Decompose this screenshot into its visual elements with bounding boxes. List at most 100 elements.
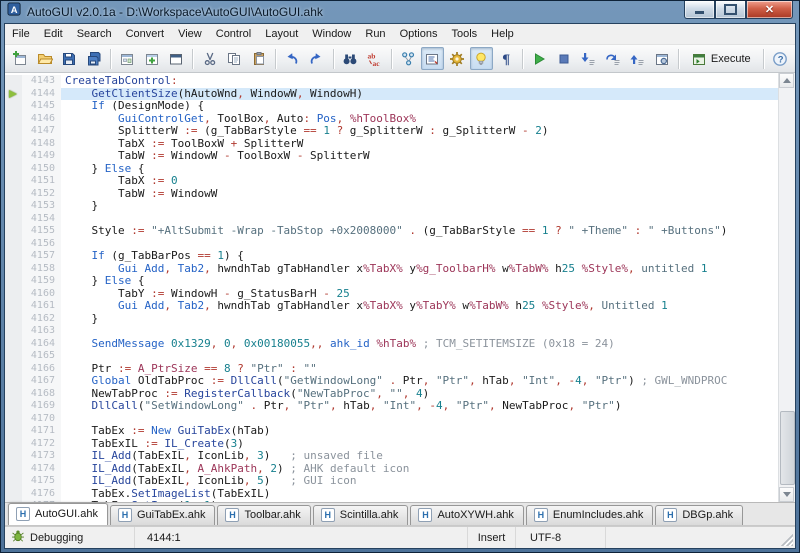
line-number[interactable]: 4153: [22, 200, 61, 213]
line-number[interactable]: 4149: [22, 150, 61, 163]
redo-icon[interactable]: [305, 47, 327, 70]
menu-options[interactable]: Options: [393, 25, 445, 43]
marker-margin[interactable]: [5, 250, 22, 263]
help-icon[interactable]: ?: [769, 47, 791, 70]
title-bar[interactable]: A AutoGUI v2.0.1a - D:\Workspace\AutoGUI…: [1, 1, 799, 23]
marker-margin[interactable]: [5, 113, 22, 126]
menu-tools[interactable]: Tools: [444, 25, 484, 43]
marker-margin[interactable]: [5, 325, 22, 338]
marker-margin[interactable]: [5, 488, 22, 501]
paste-icon[interactable]: [247, 47, 269, 70]
line-number[interactable]: 4167: [22, 375, 61, 388]
save-all-icon[interactable]: [82, 47, 104, 70]
code-line-4164[interactable]: 4164 SendMessage 0x1329, 0, 0x00180055,,…: [5, 338, 779, 351]
line-number[interactable]: 4156: [22, 238, 61, 251]
save-icon[interactable]: [58, 47, 80, 70]
marker-margin[interactable]: [5, 350, 22, 363]
doc-tab-autoxywh-ahk[interactable]: HAutoXYWH.ahk: [410, 505, 523, 525]
marker-margin[interactable]: [5, 388, 22, 401]
line-number[interactable]: 4172: [22, 438, 61, 451]
marker-margin[interactable]: [5, 213, 22, 226]
line-number[interactable]: 4145: [22, 100, 61, 113]
new-control-icon[interactable]: [140, 47, 162, 70]
find-icon[interactable]: [339, 47, 361, 70]
line-number[interactable]: 4155: [22, 225, 61, 238]
form-designer-icon[interactable]: [116, 47, 138, 70]
line-number[interactable]: 4154: [22, 213, 61, 226]
line-number[interactable]: 4150: [22, 163, 61, 176]
doc-tab-enumincludes-ahk[interactable]: HEnumIncludes.ahk: [526, 505, 654, 525]
menu-window[interactable]: Window: [305, 25, 358, 43]
line-number[interactable]: 4175: [22, 475, 61, 488]
line-number[interactable]: 4143: [22, 75, 61, 88]
minimize-button[interactable]: [684, 1, 715, 19]
scrollbar-thumb[interactable]: [780, 411, 795, 485]
marker-margin[interactable]: [5, 413, 22, 426]
menu-edit[interactable]: Edit: [37, 25, 70, 43]
menu-help[interactable]: Help: [484, 25, 521, 43]
code-line-4162[interactable]: 4162 }: [5, 313, 779, 326]
marker-margin[interactable]: [5, 450, 22, 463]
doc-tab-guitabex-ahk[interactable]: HGuiTabEx.ahk: [110, 505, 215, 525]
copy-icon[interactable]: [223, 47, 245, 70]
marker-margin[interactable]: [5, 163, 22, 176]
line-number[interactable]: 4144: [22, 88, 61, 101]
step-over-icon[interactable]: [601, 47, 623, 70]
marker-margin[interactable]: [5, 175, 22, 188]
marker-margin[interactable]: [5, 463, 22, 476]
new-window-icon[interactable]: [9, 47, 31, 70]
menu-view[interactable]: View: [171, 25, 209, 43]
marker-margin[interactable]: [5, 125, 22, 138]
run-icon[interactable]: [528, 47, 550, 70]
stop-icon[interactable]: [553, 47, 575, 70]
marker-margin[interactable]: [5, 438, 22, 451]
marker-margin[interactable]: [5, 150, 22, 163]
marker-margin[interactable]: [5, 88, 22, 101]
line-number[interactable]: 4163: [22, 325, 61, 338]
cut-icon[interactable]: [198, 47, 220, 70]
line-number[interactable]: 4168: [22, 388, 61, 401]
marker-margin[interactable]: [5, 225, 22, 238]
designer-icon[interactable]: [446, 47, 468, 70]
line-number[interactable]: 4161: [22, 300, 61, 313]
scroll-down-arrow[interactable]: [779, 487, 794, 502]
marker-margin[interactable]: [5, 313, 22, 326]
line-number[interactable]: 4176: [22, 488, 61, 501]
code-line-4177[interactable]: 4177 TabEx.SetIcon(1, 1): [5, 500, 779, 503]
marker-margin[interactable]: [5, 475, 22, 488]
line-number[interactable]: 4162: [22, 313, 61, 326]
marker-margin[interactable]: [5, 338, 22, 351]
resize-grip[interactable]: [781, 534, 793, 546]
line-number[interactable]: 4165: [22, 350, 61, 363]
marker-margin[interactable]: [5, 75, 22, 88]
formatting-marks-icon[interactable]: ¶: [495, 47, 517, 70]
marker-margin[interactable]: [5, 188, 22, 201]
code-line-4152[interactable]: 4152 TabW := WindowW: [5, 188, 779, 201]
line-number[interactable]: 4164: [22, 338, 61, 351]
open-file-icon[interactable]: [33, 47, 55, 70]
code-line-4161[interactable]: 4161 Gui Add, Tab2, hwndhTab gTabHandler…: [5, 300, 779, 313]
line-number[interactable]: 4158: [22, 263, 61, 276]
code-line-4153[interactable]: 4153 }: [5, 200, 779, 213]
scroll-up-arrow[interactable]: [779, 73, 794, 88]
doc-tab-autogui-ahk[interactable]: HAutoGUI.ahk: [8, 503, 108, 525]
line-number[interactable]: 4170: [22, 413, 61, 426]
doc-tab-scintilla-ahk[interactable]: HScintilla.ahk: [313, 505, 409, 525]
marker-margin[interactable]: [5, 375, 22, 388]
maximize-button[interactable]: [715, 1, 746, 19]
undo-icon[interactable]: [281, 47, 303, 70]
code-line-4169[interactable]: 4169 DllCall("SetWindowLong" . Ptr, "Ptr…: [5, 400, 779, 413]
debug-script-icon[interactable]: [650, 47, 672, 70]
menu-search[interactable]: Search: [70, 25, 119, 43]
step-out-icon[interactable]: [626, 47, 648, 70]
marker-margin[interactable]: [5, 100, 22, 113]
doc-tab-toolbar-ahk[interactable]: HToolbar.ahk: [217, 505, 310, 525]
toolbox-toggle-icon[interactable]: [421, 47, 443, 70]
menu-file[interactable]: File: [5, 25, 37, 43]
code-editor[interactable]: 4143CreateTabControl:4144 GetClientSize(…: [5, 73, 795, 503]
step-into-icon[interactable]: [577, 47, 599, 70]
menu-layout[interactable]: Layout: [258, 25, 305, 43]
execute-button[interactable]: Execute: [684, 47, 758, 70]
marker-margin[interactable]: [5, 275, 22, 288]
marker-margin[interactable]: [5, 300, 22, 313]
